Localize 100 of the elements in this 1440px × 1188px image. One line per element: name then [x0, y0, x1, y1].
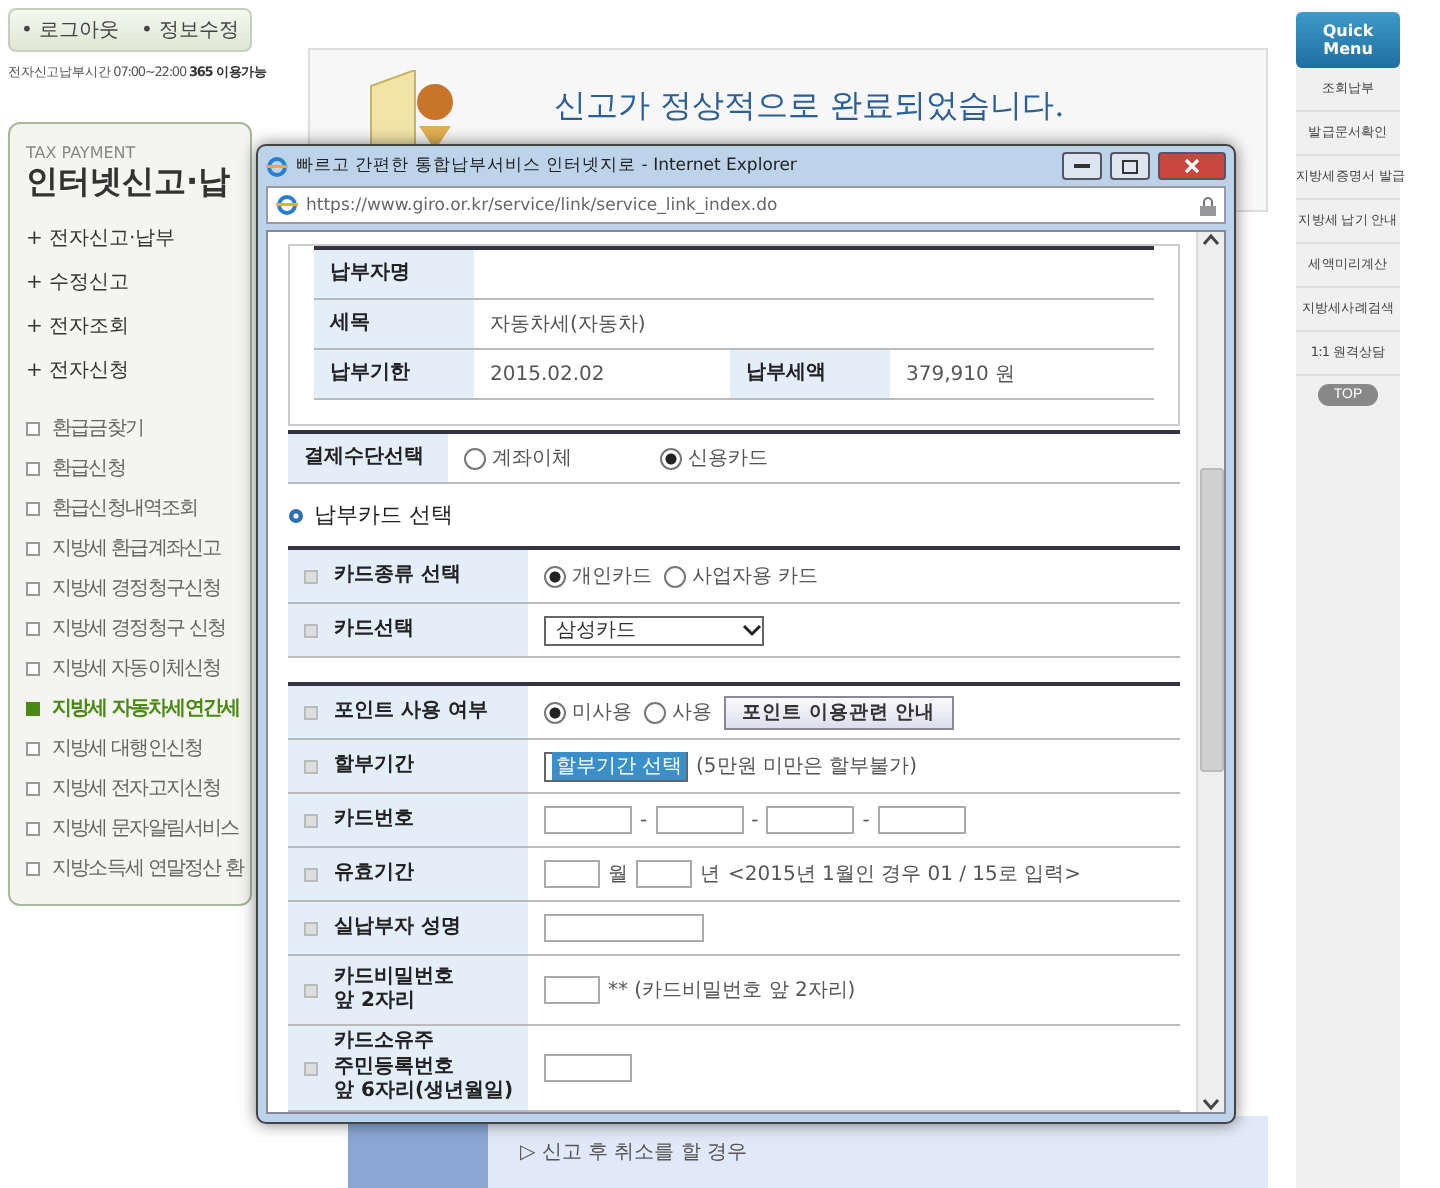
sidebar-item[interactable]: 지방세 경정청구 신청 — [26, 608, 250, 648]
form-label: 카드번호 — [288, 794, 528, 846]
bullet-icon — [304, 1061, 318, 1075]
scrollbar[interactable] — [1196, 232, 1224, 1112]
sidebar-item[interactable]: 지방세 자동이체신청 — [26, 648, 250, 688]
scroll-down-icon[interactable] — [1202, 1096, 1220, 1112]
square-bullet-icon — [26, 421, 40, 435]
maximize-button[interactable] — [1110, 152, 1150, 180]
card-number-field[interactable] — [655, 806, 744, 834]
square-bullet-icon — [26, 741, 40, 755]
card-number-field[interactable] — [766, 806, 855, 834]
close-button[interactable] — [1158, 152, 1226, 180]
bullet-icon — [304, 813, 318, 827]
bullet-icon — [304, 569, 318, 583]
sidebar-item[interactable]: 환급신청내역조회 — [26, 488, 250, 528]
bullet-icon — [304, 623, 318, 637]
table-header: 납부자명 — [314, 250, 474, 298]
sidebar-item[interactable]: 환급금찾기 — [26, 408, 250, 448]
square-bullet-icon — [26, 781, 40, 795]
unit-text: 월 — [608, 862, 628, 888]
radio-button[interactable] — [544, 701, 566, 723]
radio-button[interactable] — [544, 565, 566, 587]
input-field[interactable] — [544, 976, 600, 1004]
square-bullet-icon — [26, 701, 40, 715]
browser-icon — [266, 155, 288, 177]
sidebar-menu-item[interactable]: + 전자신청 — [26, 348, 250, 392]
unit-text: 년 — [700, 862, 720, 888]
sidebar-item[interactable]: 지방세 환급계좌신고 — [26, 528, 250, 568]
scroll-up-icon[interactable] — [1202, 232, 1220, 248]
form-label: 할부기간 — [288, 740, 528, 792]
radio-label: 계좌이체 — [492, 446, 572, 472]
radio-label: 사용 — [672, 700, 712, 726]
radio-label: 개인카드 — [572, 564, 652, 590]
account-button[interactable]: • 정보수정 — [140, 16, 240, 44]
info-button[interactable]: 포인트 이용관련 안내 — [724, 695, 954, 729]
completion-message: 신고가 정상적으로 완료되었습니다. — [554, 86, 1065, 128]
radio-button[interactable] — [664, 565, 686, 587]
table-cell-text: 2015.02.02 — [488, 361, 607, 389]
browser-icon — [276, 194, 298, 216]
lock-icon — [1200, 195, 1216, 215]
radio-label: 신용카드 — [688, 446, 768, 472]
radio-button[interactable] — [644, 701, 666, 723]
sidebar-menu-item[interactable]: + 전자조회 — [26, 304, 250, 348]
sidebar-item[interactable]: 환급신청 — [26, 448, 250, 488]
square-bullet-icon — [26, 581, 40, 595]
cancel-link[interactable]: ▷ 신고 후 취소를 할 경우 — [520, 1138, 748, 1166]
hint-text: <2015년 1월인 경우 01 / 15로 입력> — [728, 862, 1081, 888]
dropdown[interactable]: 삼성카드 — [544, 615, 764, 645]
bullet-icon — [288, 507, 304, 523]
minimize-button[interactable] — [1062, 152, 1102, 180]
sidebar-menu-item[interactable]: + 수정신고 — [26, 260, 250, 304]
input-field[interactable] — [544, 914, 704, 942]
sidebar-item[interactable]: 지방소득세 연말정산 환 — [26, 848, 250, 888]
form-label: 유효기간 — [288, 848, 528, 900]
bullet-icon — [304, 867, 318, 881]
square-bullet-icon — [26, 861, 40, 875]
bullet-icon — [304, 983, 318, 997]
card-number-field[interactable] — [544, 806, 632, 834]
hint-text: ** (카드비밀번호 앞 2자리) — [608, 978, 856, 1004]
table-header: 납부기한 — [314, 350, 474, 398]
square-bullet-icon — [26, 621, 40, 635]
form-label: 카드비밀번호 앞 2자리 — [288, 956, 528, 1024]
address-bar[interactable]: https://www.giro.or.kr/service/link/service_link_index.do — [266, 186, 1226, 224]
minimize-icon — [1074, 163, 1090, 169]
form-label: 실납부자 성명 — [288, 902, 528, 954]
sidebar-item[interactable]: 지방세 대행인신청 — [26, 728, 250, 768]
expiry-field[interactable] — [544, 860, 600, 888]
square-bullet-icon — [26, 821, 40, 835]
square-bullet-icon — [26, 541, 40, 555]
radio-label: 미사용 — [572, 700, 632, 726]
separator-text: - — [640, 809, 648, 831]
panel-eyebrow: TAX PAYMENT — [26, 144, 138, 162]
dropdown[interactable]: 할부기간 선택 — [544, 751, 688, 781]
radio-button[interactable] — [464, 447, 486, 469]
quick-menu-title: Quick Menu — [1296, 12, 1400, 68]
bullet-icon — [304, 921, 318, 935]
card-number-field[interactable] — [877, 806, 966, 834]
sidebar-menu-item[interactable]: + 전자신고·납부 — [26, 216, 250, 260]
separator-text: - — [862, 809, 870, 831]
sidebar-item[interactable]: 지방세 문자알림서비스 — [26, 808, 250, 848]
sidebar-item[interactable]: 지방세 전자고지신청 — [26, 768, 250, 808]
form-label: 포인트 사용 여부 — [288, 686, 528, 738]
radio-button[interactable] — [660, 447, 682, 469]
input-field[interactable] — [544, 1054, 632, 1082]
account-button[interactable]: • 로그아웃 — [20, 16, 120, 44]
form-label: 카드종류 선택 — [288, 550, 528, 602]
window-title: 빠르고 간편한 통합납부서비스 인터넷지로 - Internet Explorer — [296, 154, 799, 178]
sidebar-item[interactable]: 지방세 자동차세연간세 — [26, 688, 250, 728]
expiry-field[interactable] — [636, 860, 692, 888]
square-bullet-icon — [26, 501, 40, 515]
square-bullet-icon — [26, 661, 40, 675]
close-icon — [1184, 158, 1200, 174]
panel-title: 인터넷신고·납 — [26, 162, 233, 204]
table-header: 납부세액 — [730, 350, 890, 398]
bullet-icon — [304, 759, 318, 773]
bullet-icon — [304, 705, 318, 719]
maximize-icon — [1122, 159, 1138, 173]
form-label: 카드선택 — [288, 604, 528, 656]
table-cell-text: 자동차세(자동차) — [488, 312, 648, 340]
sidebar-item[interactable]: 지방세 경정청구신청 — [26, 568, 250, 608]
